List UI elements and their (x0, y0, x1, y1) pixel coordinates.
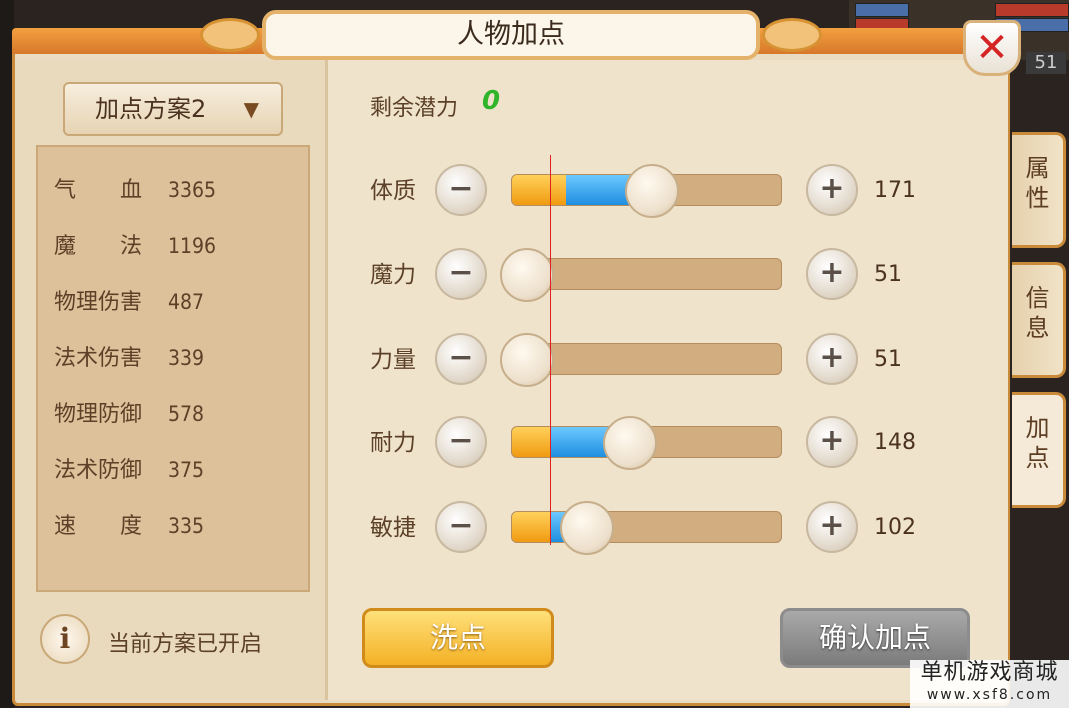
attr-slider-track[interactable] (511, 511, 782, 543)
close-icon: ✕ (975, 25, 1009, 71)
watermark-title: 单机游戏商城 (920, 660, 1059, 685)
attr-label: 体质 (370, 178, 416, 204)
attr-value: 171 (874, 178, 916, 203)
slider-knob[interactable] (624, 164, 679, 218)
plan-status-text: 当前方案已开启 (108, 632, 263, 657)
plan-selected-label: 加点方案2 (95, 95, 207, 123)
hud-mp-bar (855, 3, 909, 17)
watermark: 单机游戏商城 www.xsf8.com (910, 660, 1069, 708)
stat-row: 物理防御 578 (54, 402, 205, 427)
hud-hp-bar-right (995, 3, 1069, 17)
minus-button[interactable]: − (435, 416, 487, 468)
attr-value: 51 (874, 347, 902, 372)
tab-attributes[interactable]: 属 性 (1012, 132, 1066, 248)
tab-add-points[interactable]: 加 点 (1012, 392, 1066, 508)
stat-row: 速 度 335 (54, 514, 205, 539)
base-fill (512, 427, 550, 457)
attr-value: 102 (874, 515, 916, 540)
minus-icon: − (448, 423, 474, 458)
minus-icon: − (448, 508, 474, 543)
plus-button[interactable]: + (806, 501, 858, 553)
slider-knob[interactable] (559, 501, 614, 555)
attr-value: 148 (874, 430, 916, 455)
minus-button[interactable]: − (435, 164, 487, 216)
attr-label: 敏捷 (370, 515, 416, 541)
dialog-title: 人物加点 (262, 10, 760, 60)
hud-level: 51 (1026, 52, 1066, 74)
info-icon[interactable]: i (40, 614, 90, 664)
minus-icon: − (448, 171, 474, 206)
plus-icon: + (819, 255, 845, 290)
minus-icon: − (448, 255, 474, 290)
minus-button[interactable]: − (435, 333, 487, 385)
stat-row: 气 血 3365 (54, 178, 217, 203)
reset-points-button[interactable]: 洗点 (362, 608, 554, 668)
potential-label: 剩余潜力 (370, 96, 459, 121)
plan-dropdown[interactable]: 加点方案2 ▼ (63, 82, 283, 136)
base-fill (512, 512, 550, 542)
attr-value: 51 (874, 262, 902, 287)
stat-row: 法术伤害 339 (54, 346, 205, 371)
watermark-url: www.xsf8.com (926, 687, 1053, 703)
plus-button[interactable]: + (806, 416, 858, 468)
tab-label: 属 性 (1025, 154, 1050, 212)
plus-button[interactable]: + (806, 248, 858, 300)
close-button[interactable]: ✕ (963, 20, 1021, 76)
potential-value: 0 (482, 86, 501, 116)
title-ornament-right (762, 18, 822, 52)
confirm-points-button[interactable]: 确认加点 (780, 608, 970, 668)
attr-label: 耐力 (370, 430, 416, 456)
stat-row: 魔 法 1196 (54, 234, 217, 259)
minus-icon: − (448, 340, 474, 375)
attr-label: 魔力 (370, 262, 416, 288)
base-marker-line (550, 155, 551, 545)
attr-label: 力量 (370, 347, 416, 373)
plus-icon: + (819, 423, 845, 458)
stat-row: 法术防御 375 (54, 458, 205, 483)
stat-row: 物理伤害 487 (54, 290, 205, 315)
tab-label: 信 息 (1025, 284, 1050, 342)
plus-icon: + (819, 340, 845, 375)
slider-knob[interactable] (500, 333, 555, 387)
plus-icon: + (819, 508, 845, 543)
chevron-down-icon: ▼ (243, 97, 259, 121)
slider-knob[interactable] (603, 416, 658, 470)
minus-button[interactable]: − (435, 248, 487, 300)
base-fill (512, 175, 566, 205)
plus-button[interactable]: + (806, 333, 858, 385)
plus-icon: + (819, 171, 845, 206)
title-ornament-left (200, 18, 260, 52)
plus-button[interactable]: + (806, 164, 858, 216)
tab-label: 加 点 (1025, 414, 1050, 472)
slider-knob[interactable] (500, 248, 555, 302)
minus-button[interactable]: − (435, 501, 487, 553)
right-panel (328, 60, 1008, 700)
tab-info[interactable]: 信 息 (1012, 262, 1066, 378)
